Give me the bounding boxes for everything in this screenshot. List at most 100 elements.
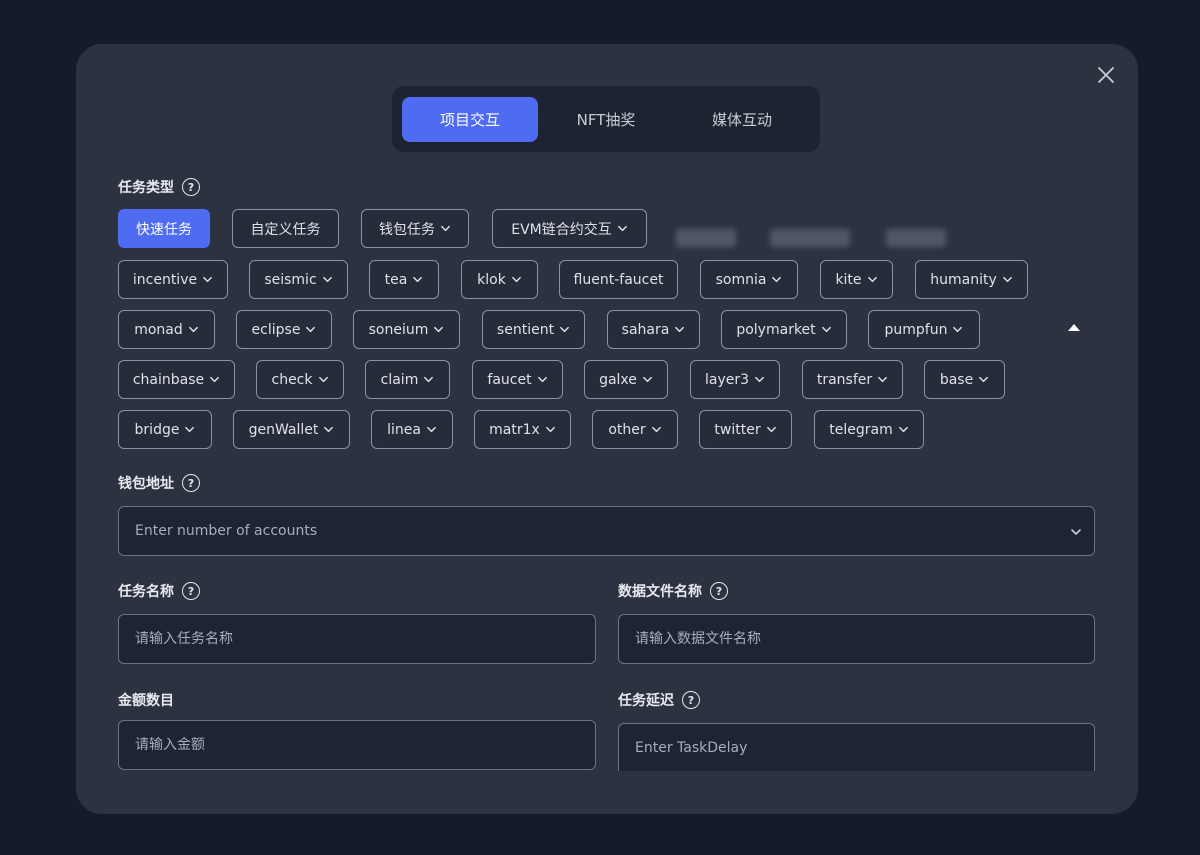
task-type-chip[interactable]: tea <box>369 260 439 299</box>
task-type-chip[interactable]: pumpfun <box>868 310 980 349</box>
task-type-chip-label: pumpfun <box>884 321 948 338</box>
chevron-down-icon <box>423 374 434 385</box>
amount-field[interactable] <box>118 720 596 770</box>
task-type-chip[interactable]: genWallet <box>233 410 350 449</box>
task-type-chip[interactable]: chainbase <box>118 360 235 399</box>
task-type-chip-label: linea <box>387 421 421 438</box>
task-type-chip[interactable]: bridge <box>118 410 212 449</box>
data-file-field[interactable] <box>618 614 1095 664</box>
help-icon[interactable]: ? <box>182 582 200 600</box>
help-icon[interactable]: ? <box>682 691 700 709</box>
task-type-chip[interactable]: transfer <box>802 360 903 399</box>
task-type-chip[interactable]: faucet <box>472 360 563 399</box>
task-type-chip[interactable]: base <box>924 360 1005 399</box>
task-type-chip[interactable]: fluent-faucet <box>559 260 678 299</box>
chevron-down-icon <box>209 374 220 385</box>
chevron-down-icon <box>771 274 782 285</box>
redacted-chip <box>770 229 850 247</box>
task-name-label-text: 任务名称 <box>118 584 174 600</box>
tab-nft-lottery[interactable]: NFT抽奖 <box>538 97 674 142</box>
help-icon[interactable]: ? <box>182 178 200 196</box>
amount-input[interactable] <box>135 737 579 753</box>
task-type-chip-label: twitter <box>714 421 761 438</box>
task-type-chip-label: chainbase <box>132 371 205 388</box>
task-type-chip-label: claim <box>380 371 419 388</box>
help-icon[interactable]: ? <box>182 474 200 492</box>
task-type-chip-label: polymarket <box>736 321 816 338</box>
task-type-chip[interactable]: other <box>592 410 678 449</box>
task-type-chip-label: genWallet <box>248 421 319 438</box>
chevron-down-icon <box>754 374 765 385</box>
task-type-chip[interactable]: layer3 <box>690 360 780 399</box>
task-type-chip[interactable]: monad <box>118 310 215 349</box>
task-type-chip-label: matr1x <box>489 421 540 438</box>
task-type-chip-label: base <box>939 371 974 388</box>
task-type-chip[interactable]: polymarket <box>721 310 847 349</box>
chevron-down-icon <box>898 424 909 435</box>
task-type-label-text: 任务类型 <box>118 180 174 196</box>
task-type-chip-label: monad <box>134 321 183 338</box>
chevron-down-icon <box>323 424 334 435</box>
task-type-chip[interactable]: eclipse <box>236 310 332 349</box>
task-type-chip[interactable]: sentient <box>482 310 585 349</box>
task-type-chip[interactable]: 钱包任务 <box>361 209 469 248</box>
chevron-down-icon <box>877 374 888 385</box>
wallet-input[interactable] <box>135 523 1078 539</box>
task-type-chip[interactable]: humanity <box>915 260 1028 299</box>
task-name-field[interactable] <box>118 614 596 664</box>
task-type-chip-label: kite <box>835 271 862 288</box>
task-delay-label-text: 任务延迟 <box>618 693 674 709</box>
tab-media-interaction[interactable]: 媒体互动 <box>674 97 810 142</box>
task-type-chip[interactable]: galxe <box>584 360 668 399</box>
task-type-chip[interactable]: kite <box>820 260 893 299</box>
task-type-chip[interactable]: linea <box>371 410 453 449</box>
chevron-down-icon <box>412 274 423 285</box>
chevron-down-icon <box>674 324 685 335</box>
tab-project-interaction[interactable]: 项目交互 <box>402 96 538 142</box>
close-icon[interactable] <box>1096 65 1116 85</box>
task-type-chip-label: fluent-faucet <box>573 271 664 288</box>
task-type-chip-label: faucet <box>487 371 532 388</box>
task-delay-field[interactable] <box>618 723 1095 771</box>
collapse-caret-icon[interactable] <box>1068 324 1080 331</box>
task-type-chip[interactable]: matr1x <box>474 410 571 449</box>
chevron-down-icon <box>821 324 832 335</box>
task-type-chip-label: transfer <box>816 371 873 388</box>
chevron-down-icon <box>433 324 444 335</box>
task-type-chip[interactable]: claim <box>365 360 450 399</box>
task-name-label: 任务名称 ? <box>118 580 200 602</box>
task-delay-input[interactable] <box>635 739 1078 756</box>
task-type-chip-label: klok <box>477 271 506 288</box>
task-name-input[interactable] <box>135 631 579 647</box>
amount-label: 金额数目 <box>118 689 174 711</box>
chevron-down-icon <box>978 374 989 385</box>
task-type-chip-label: galxe <box>599 371 637 388</box>
chevron-down-icon <box>545 424 556 435</box>
chevron-down-icon <box>426 424 437 435</box>
task-type-chip[interactable]: klok <box>461 260 538 299</box>
wallet-select[interactable] <box>118 506 1095 556</box>
task-type-chip[interactable]: seismic <box>249 260 348 299</box>
help-icon[interactable]: ? <box>710 582 728 600</box>
task-type-chip[interactable]: 自定义任务 <box>232 209 339 248</box>
task-type-chip[interactable]: check <box>256 360 344 399</box>
task-type-chip[interactable]: 快速任务 <box>118 209 210 248</box>
task-type-chip-label: sahara <box>621 321 670 338</box>
task-type-chip[interactable]: soneium <box>353 310 460 349</box>
task-type-chip[interactable]: twitter <box>699 410 792 449</box>
task-type-chip-label: check <box>271 371 313 388</box>
data-file-input[interactable] <box>635 631 1078 647</box>
chevron-down-icon <box>642 374 653 385</box>
task-type-chip[interactable]: telegram <box>814 410 924 449</box>
task-type-chip-label: sentient <box>496 321 555 338</box>
task-type-chip[interactable]: somnia <box>700 260 798 299</box>
task-type-chip-label: other <box>608 421 646 438</box>
chevron-down-icon <box>651 424 662 435</box>
task-type-chip[interactable]: EVM链合约交互 <box>492 209 647 248</box>
task-type-chip-label: tea <box>384 271 408 288</box>
task-type-chip[interactable]: sahara <box>607 310 700 349</box>
task-type-chip-label: telegram <box>829 421 893 438</box>
chevron-down-icon <box>1002 274 1013 285</box>
task-type-chip[interactable]: incentive <box>118 260 228 299</box>
chevron-down-icon <box>322 274 333 285</box>
